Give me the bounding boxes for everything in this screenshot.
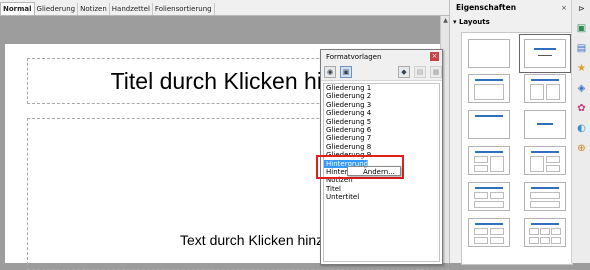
list-item[interactable]: Gliederung 5 [324,118,439,126]
dialog-toolbar: ◉ ▣ ◆ ▤ ▦ [321,64,442,81]
layout-title-only[interactable] [468,110,510,139]
layout-content-box [540,237,550,244]
list-item[interactable]: Gliederung 6 [324,126,439,134]
layout-title-content[interactable] [468,74,510,103]
layout-content-box [529,228,539,235]
layout-content-box [540,228,550,235]
sidebar: Eigenschaften × ▾ Layouts ⊳ ▣ ▤ ★ ◈ ✿ ◐ … [449,0,590,265]
layout-title-slide[interactable] [519,34,571,73]
layout-content-box [490,228,504,235]
layouts-label: Layouts [458,18,490,26]
layout-content-box [474,156,488,163]
layout-title-bar [534,48,556,50]
layout-content-box [546,84,560,100]
properties-icon[interactable]: ▣ [576,23,587,34]
layout-title-bar [531,79,559,81]
layout-content-box [529,237,539,244]
layout-title-2content[interactable] [524,74,566,103]
layout-title-bar [475,79,503,81]
new-style-icon[interactable]: ▤ [414,66,426,78]
list-item[interactable]: Titel [324,185,439,193]
list-item[interactable]: Gliederung 1 [324,84,439,92]
drawing-styles-icon[interactable]: ◉ [324,66,336,78]
sidebar-tab-rail: ⊳ ▣ ▤ ★ ◈ ✿ ◐ ⊕ [571,0,590,263]
animation-icon[interactable]: ◈ [576,83,587,94]
layouts-panel [461,32,573,265]
layout-centered-text[interactable] [524,110,566,139]
tab-handzettel[interactable]: Handzettel [110,3,153,15]
layout-content-box [474,165,488,172]
layout-title-content-over-content[interactable] [524,182,566,211]
layout-title-4content[interactable] [468,218,510,247]
tab-foliensortierung[interactable]: Foliensortierung [153,3,215,15]
close-icon[interactable]: × [430,52,439,61]
layout-title-bar [531,151,559,153]
gallery-icon[interactable]: ✿ [576,103,587,114]
collapse-icon: ▾ [453,18,457,26]
context-menu-item-modify[interactable]: Ändern... [363,168,395,176]
view-tabs: Normal Gliederung Notizen Handzettel Fol… [0,0,449,16]
layout-content-box [474,84,504,100]
layout-content-box [530,201,560,208]
layout-title-bar [475,115,503,117]
master-slides-icon[interactable]: ▤ [576,43,587,54]
layout-content-box [490,237,504,244]
update-style-icon[interactable]: ▦ [430,66,442,78]
dialog-title: Formatvorlagen [326,53,382,61]
list-item[interactable]: Untertitel [324,193,439,201]
list-item[interactable]: Gliederung 4 [324,109,439,117]
layout-title-bar [475,187,503,189]
layout-title-2content-and-content[interactable] [468,146,510,175]
layout-content-box [551,228,561,235]
list-item[interactable]: Gliederung 7 [324,134,439,142]
sidebar-title: Eigenschaften [456,3,517,12]
slide-transition-icon[interactable]: ★ [576,63,587,74]
tab-notizen[interactable]: Notizen [78,3,110,15]
list-item[interactable]: Notizen [324,176,439,184]
dialog-titlebar[interactable]: Formatvorlagen × [321,50,442,64]
layout-subtitle-bar [538,55,552,56]
list-item[interactable]: Gliederung 9 [324,151,439,159]
layout-title-content-and-2content[interactable] [524,146,566,175]
layout-blank[interactable] [468,39,510,68]
navigator-icon[interactable]: ⊕ [576,143,587,154]
tab-normal[interactable]: Normal [0,2,35,15]
layout-content-box [490,192,504,199]
layout-title-bar [475,151,503,153]
layout-content-box [530,192,560,199]
layout-content-box [530,156,544,172]
layout-title-bar [531,223,559,225]
layout-content-box [490,156,504,172]
layout-title-bar [475,223,503,225]
sidebar-close-icon[interactable]: × [561,4,567,12]
layout-content-box [474,237,488,244]
layout-content-box [474,228,488,235]
sidebar-menu-icon[interactable]: ⊳ [576,3,587,14]
styles-icon[interactable]: ◐ [576,123,587,134]
list-item[interactable]: Gliederung 8 [324,143,439,151]
styles-dialog: Formatvorlagen × ◉ ▣ ◆ ▤ ▦ Gliederung 1 … [320,49,443,265]
presentation-styles-icon[interactable]: ▣ [340,66,352,78]
list-item[interactable]: Gliederung 2 [324,92,439,100]
layout-title-6content[interactable] [524,218,566,247]
list-item[interactable]: Gliederung 3 [324,101,439,109]
layout-title-bar [537,123,553,125]
layout-title-2content-over-content[interactable] [468,182,510,211]
fill-format-icon[interactable]: ◆ [398,66,410,78]
layout-content-box [551,237,561,244]
layout-content-box [546,165,560,172]
context-menu: Ändern... [347,166,401,176]
tab-gliederung[interactable]: Gliederung [35,3,79,15]
layout-title-bar [531,187,559,189]
layout-content-box [530,84,544,100]
layout-content-box [474,192,488,199]
layout-content-box [474,201,504,208]
layout-content-box [546,156,560,163]
layouts-header[interactable]: ▾ Layouts [453,18,490,26]
